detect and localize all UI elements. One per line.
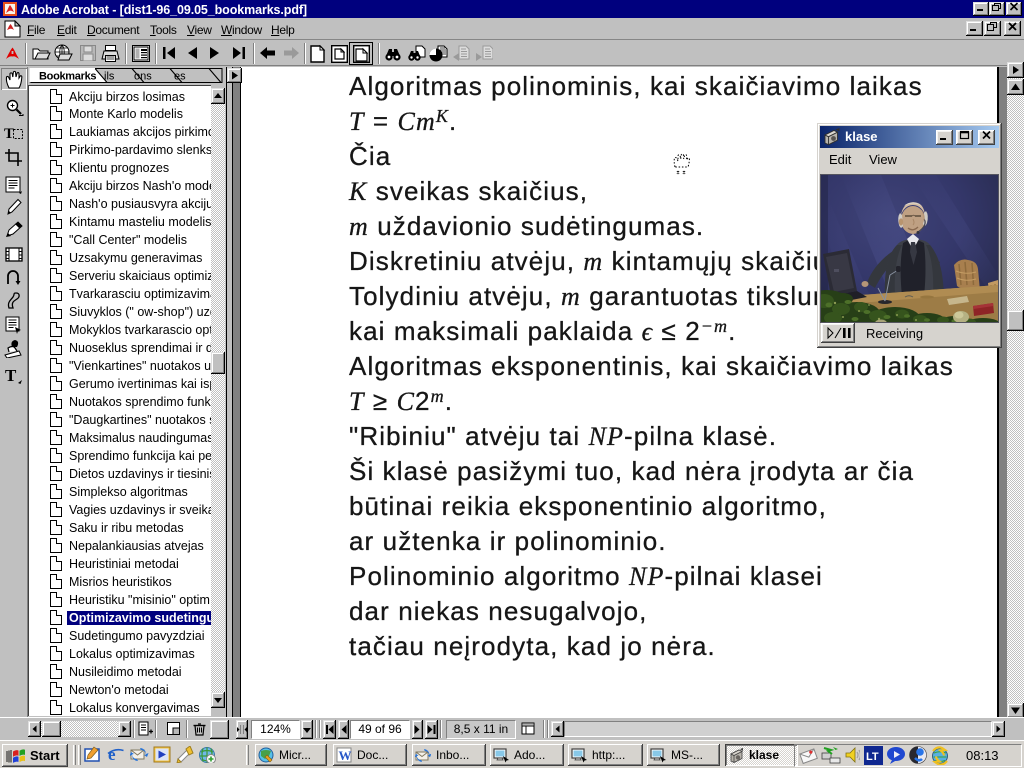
svg-text:T: T	[4, 126, 14, 142]
svg-text:es: es	[174, 71, 186, 83]
svg-text:LT: LT	[866, 751, 879, 763]
svg-text:ons: ons	[134, 71, 152, 83]
svg-text:e: e	[108, 745, 116, 763]
svg-text:T: T	[5, 366, 17, 385]
svg-text:W: W	[339, 748, 352, 763]
svg-text:Bookmarks: Bookmarks	[39, 71, 96, 83]
